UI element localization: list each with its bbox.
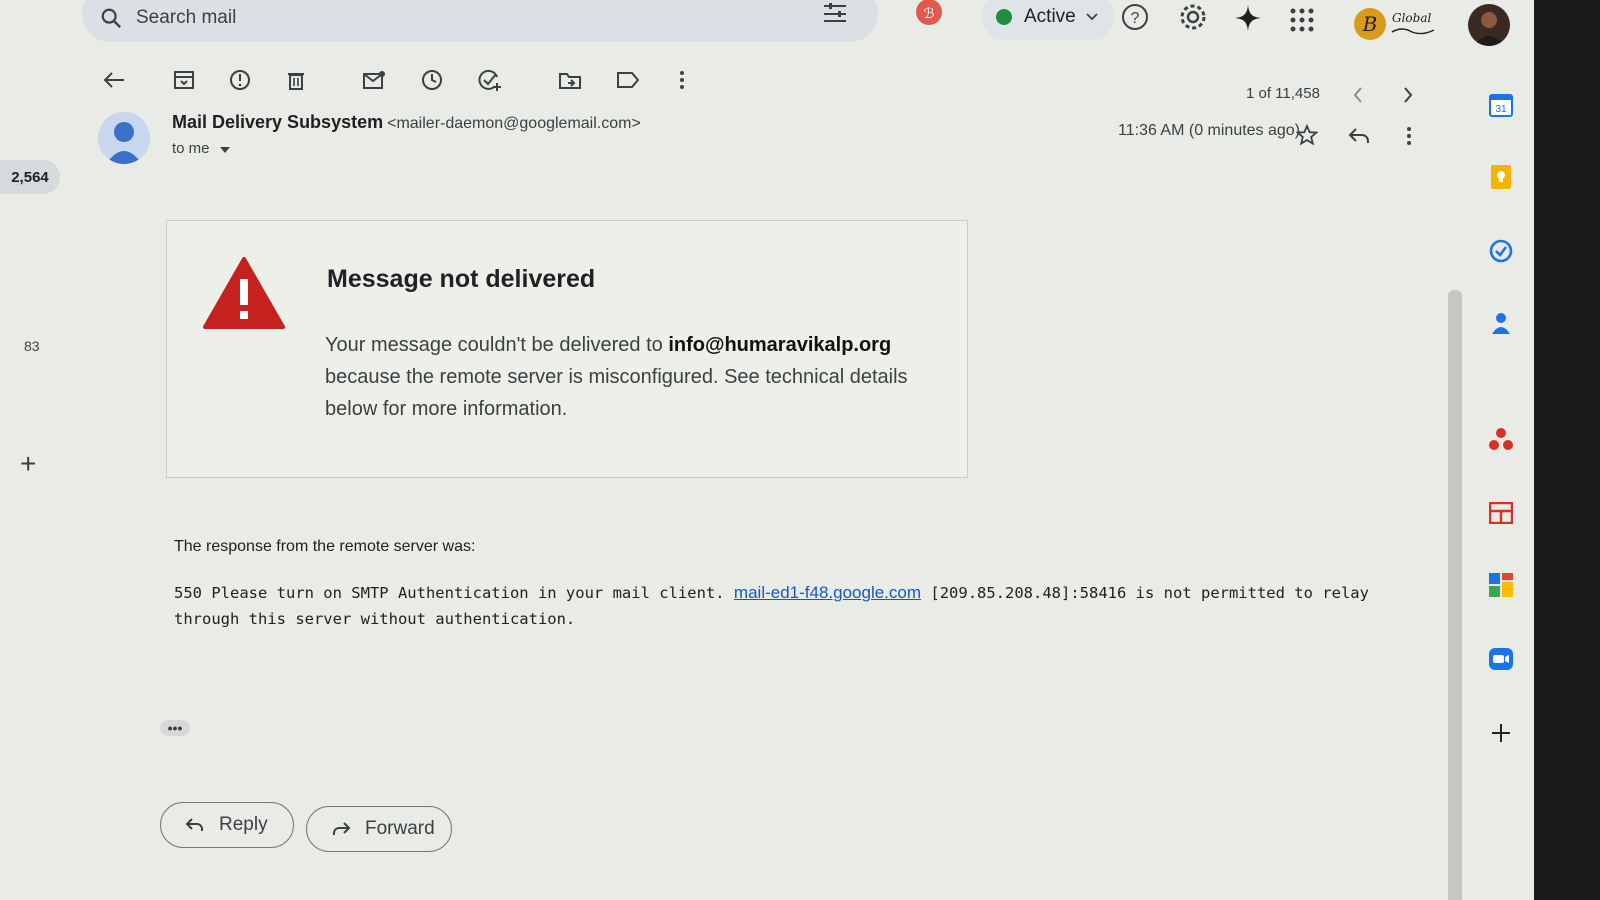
organization-logo[interactable]: B Global bbox=[1352, 6, 1444, 42]
forward-icon bbox=[333, 822, 351, 835]
to-me-label: to me bbox=[172, 140, 210, 157]
get-addons-plus-icon[interactable] bbox=[1486, 718, 1516, 748]
sender-name-line[interactable]: Mail Delivery Subsystem <mailer-daemon@go… bbox=[172, 112, 641, 133]
move-to-folder-icon[interactable] bbox=[552, 62, 588, 98]
label-unread-count[interactable]: 83 bbox=[24, 338, 40, 354]
svg-text:B: B bbox=[1362, 12, 1378, 36]
apps-grid-icon[interactable] bbox=[1290, 8, 1314, 32]
add-task-icon[interactable] bbox=[472, 62, 508, 98]
sender-name[interactable]: Mail Delivery Subsystem bbox=[172, 112, 383, 132]
caret-down-icon[interactable] bbox=[219, 147, 230, 153]
notice-title: Message not delivered bbox=[327, 265, 596, 293]
svg-text:31: 31 bbox=[1495, 104, 1507, 115]
reply-arrow-icon[interactable] bbox=[1348, 126, 1370, 144]
label-tag-icon[interactable] bbox=[610, 62, 646, 98]
svg-text:Global: Global bbox=[1392, 11, 1431, 25]
status-chip[interactable]: Active bbox=[982, 0, 1114, 40]
status-label: Active bbox=[1024, 6, 1076, 27]
search-options-icon[interactable] bbox=[822, 0, 848, 24]
reply-button[interactable]: Reply bbox=[160, 802, 294, 848]
response-prefix: 550 Please turn on SMTP Authentication i… bbox=[174, 584, 734, 602]
tasks-icon[interactable] bbox=[1486, 236, 1516, 266]
forward-button[interactable]: Forward bbox=[306, 806, 452, 852]
active-status-dot bbox=[996, 9, 1012, 25]
server-host-link[interactable]: mail-ed1-f48.google.com bbox=[734, 583, 921, 602]
notice-body-prefix: Your message couldn't be delivered to bbox=[325, 334, 669, 356]
message-timestamp: 11:36 AM (0 minutes ago) bbox=[1118, 122, 1301, 139]
reply-label: Reply bbox=[219, 814, 268, 835]
warning-triangle-icon bbox=[203, 257, 285, 334]
side-panel: 31 bbox=[1472, 56, 1532, 900]
chevron-down-icon bbox=[1086, 13, 1098, 21]
svg-text:ℬ: ℬ bbox=[923, 5, 934, 21]
recipient-details[interactable]: to me bbox=[172, 140, 230, 157]
message-more-icon[interactable] bbox=[1406, 126, 1412, 146]
message-header: Mail Delivery Subsystem <mailer-daemon@go… bbox=[98, 112, 1458, 168]
more-options-icon[interactable] bbox=[664, 62, 700, 98]
gemini-sparkle-icon[interactable] bbox=[1234, 4, 1262, 32]
inbox-unread-count[interactable]: 2,564 bbox=[0, 160, 60, 194]
sender-avatar bbox=[98, 112, 150, 164]
search-icon[interactable] bbox=[100, 7, 122, 29]
scrollbar[interactable] bbox=[1448, 290, 1462, 900]
account-avatar[interactable] bbox=[1468, 4, 1510, 46]
back-arrow-icon[interactable] bbox=[96, 62, 132, 98]
star-icon[interactable] bbox=[1296, 124, 1318, 146]
notice-body: Your message couldn't be delivered to in… bbox=[325, 329, 945, 425]
calendar-icon[interactable]: 31 bbox=[1486, 90, 1516, 120]
older-chevron-left-icon[interactable] bbox=[1352, 86, 1364, 104]
extension-icon[interactable]: ℬ bbox=[914, 0, 944, 28]
pagination-text: 1 of 11,458 bbox=[1246, 85, 1320, 102]
failed-recipient: info@humaravikalp.org bbox=[668, 334, 892, 356]
contacts-icon[interactable] bbox=[1486, 308, 1516, 338]
report-spam-icon[interactable] bbox=[222, 62, 258, 98]
show-trimmed-content-button[interactable]: ••• bbox=[160, 720, 190, 736]
addon-layout-icon[interactable] bbox=[1486, 498, 1516, 528]
search-box[interactable]: Search mail bbox=[82, 0, 878, 42]
keep-notes-icon[interactable] bbox=[1486, 162, 1516, 192]
search-input[interactable]: Search mail bbox=[136, 7, 236, 29]
add-label-button[interactable]: + bbox=[20, 448, 36, 480]
top-bar: Search mail ℬ Active ? B Global bbox=[0, 0, 1600, 56]
svg-text:?: ? bbox=[1131, 10, 1140, 27]
addon-blocks-icon[interactable] bbox=[1486, 570, 1516, 600]
help-icon[interactable]: ? bbox=[1120, 2, 1150, 32]
sender-email: <mailer-daemon@googlemail.com> bbox=[387, 115, 641, 132]
delivery-failure-notice: Message not delivered Your message could… bbox=[166, 220, 968, 478]
zoom-video-icon[interactable] bbox=[1486, 644, 1516, 674]
reply-icon bbox=[185, 818, 203, 831]
response-label: The response from the remote server was: bbox=[174, 538, 476, 555]
addon-circles-icon[interactable] bbox=[1486, 424, 1516, 454]
snooze-clock-icon[interactable] bbox=[414, 62, 450, 98]
archive-icon[interactable] bbox=[166, 62, 202, 98]
delete-trash-icon[interactable] bbox=[278, 62, 314, 98]
newer-chevron-right-icon[interactable] bbox=[1402, 86, 1414, 104]
screen-bezel bbox=[1534, 0, 1600, 900]
server-response: 550 Please turn on SMTP Authentication i… bbox=[174, 580, 1414, 632]
mark-unread-icon[interactable] bbox=[356, 62, 392, 98]
settings-gear-icon[interactable] bbox=[1178, 2, 1208, 32]
forward-label: Forward bbox=[365, 818, 435, 839]
notice-body-suffix: because the remote server is misconfigur… bbox=[325, 366, 908, 420]
